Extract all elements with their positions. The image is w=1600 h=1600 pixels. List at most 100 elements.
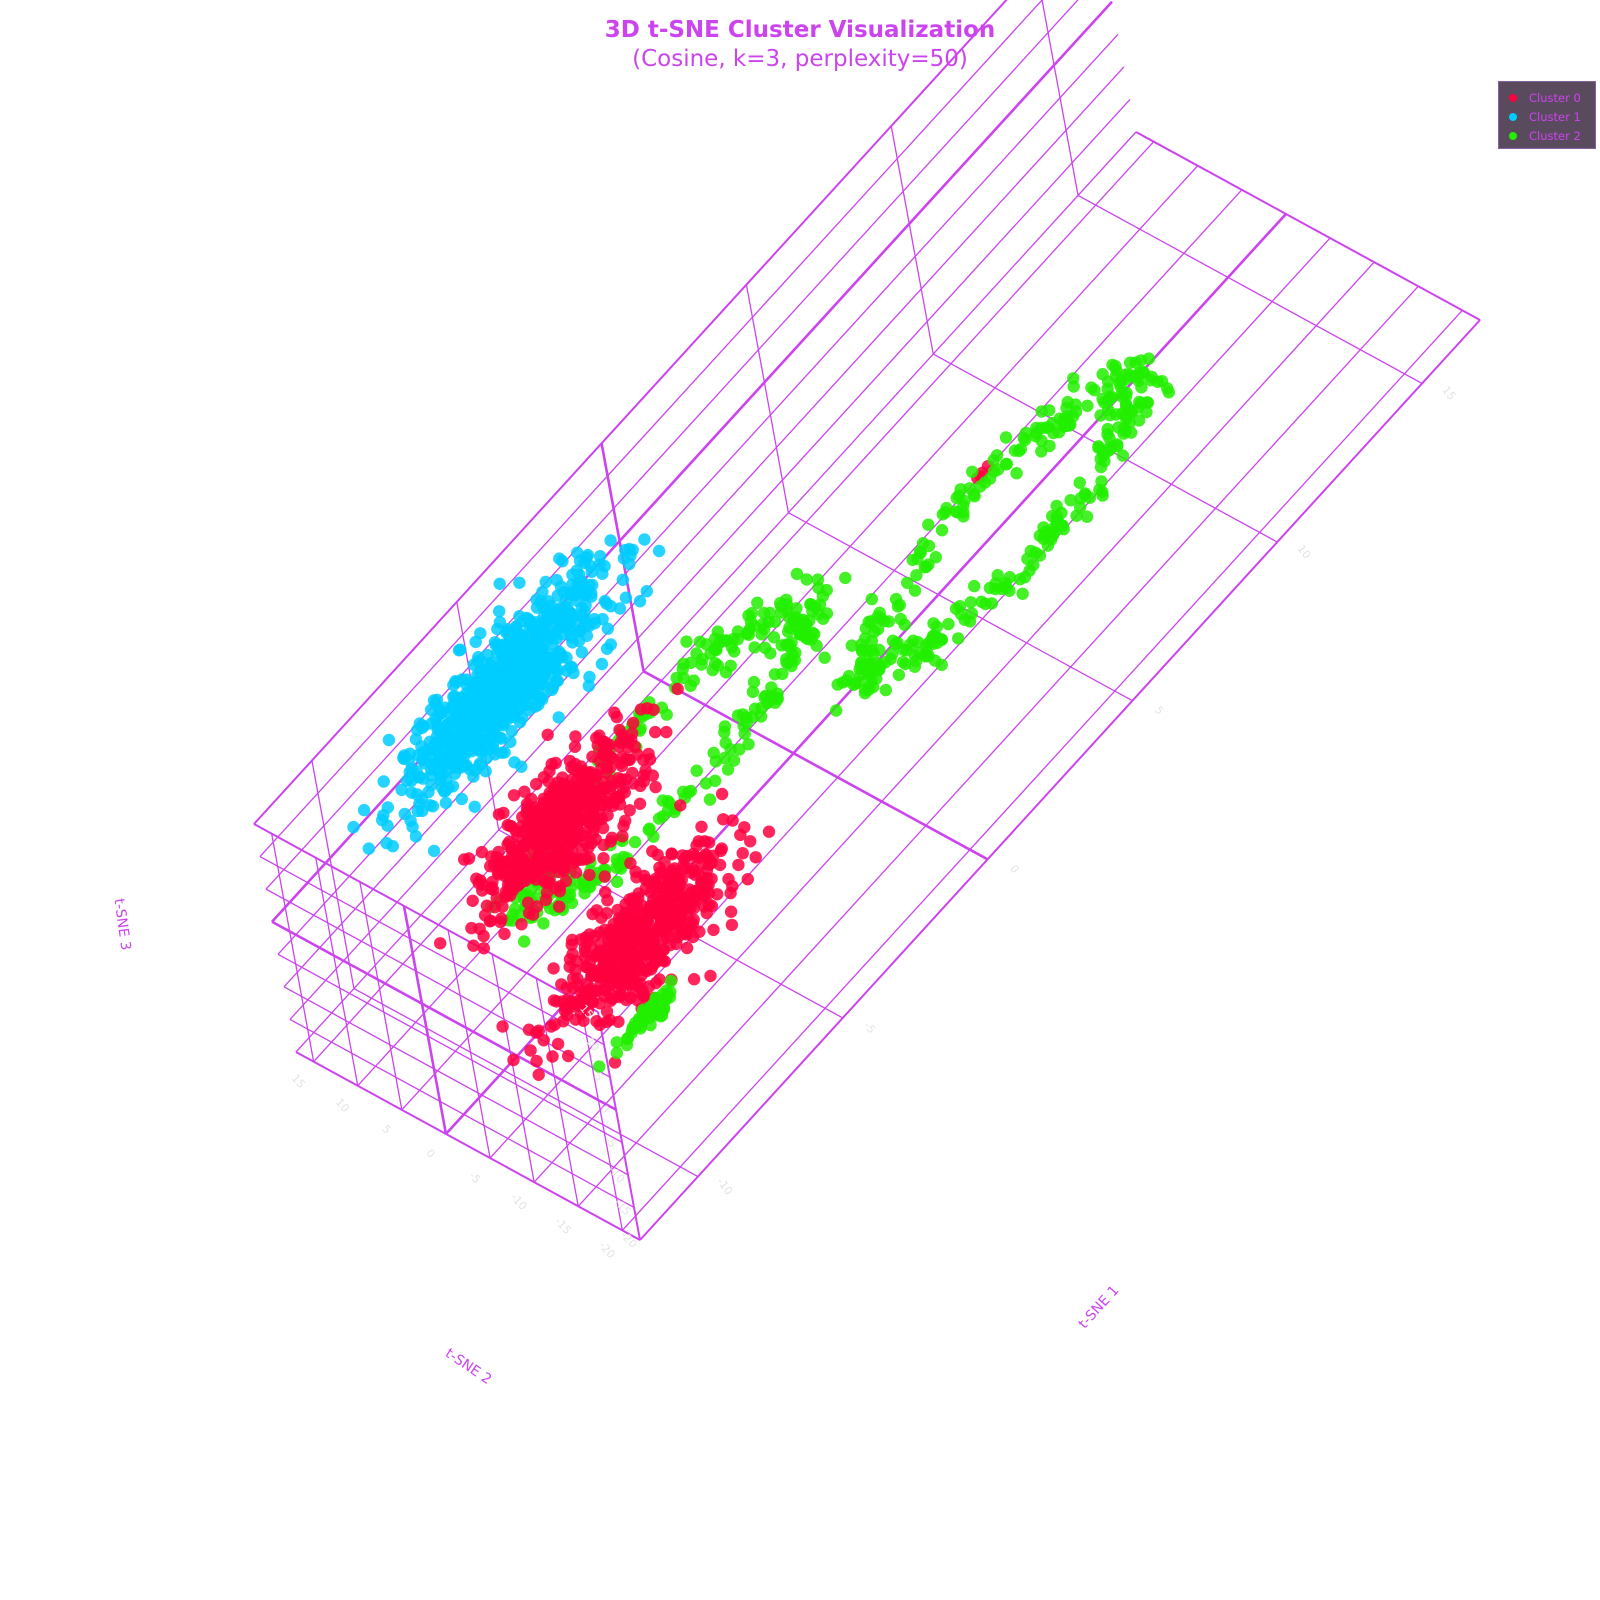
data-point-cluster-1 <box>513 576 526 589</box>
data-point-cluster-0 <box>583 868 596 882</box>
data-point-cluster-0 <box>612 1015 625 1028</box>
data-point-cluster-0 <box>477 942 490 955</box>
data-point-cluster-0 <box>749 851 762 864</box>
data-point-cluster-0 <box>543 764 556 778</box>
data-point-cluster-1 <box>514 677 527 690</box>
data-point-cluster-0 <box>603 943 616 956</box>
data-point-cluster-2 <box>661 804 675 817</box>
gridline-floor-y <box>533 261 1375 1183</box>
data-point-cluster-2 <box>808 627 821 641</box>
data-point-cluster-0 <box>530 777 543 791</box>
x-tick-label: 15 <box>1439 384 1458 403</box>
data-point-cluster-2 <box>892 668 906 682</box>
data-point-cluster-2 <box>952 632 965 645</box>
gridline-floor-x <box>1077 194 1423 385</box>
data-point-cluster-0 <box>537 857 551 871</box>
data-point-cluster-1 <box>409 733 423 746</box>
data-point-cluster-2 <box>718 726 731 739</box>
y-tick-label: -20 <box>596 1239 618 1261</box>
data-point-cluster-2 <box>782 638 795 651</box>
data-point-cluster-0 <box>515 918 528 931</box>
data-point-cluster-2 <box>999 431 1013 444</box>
data-point-cluster-1 <box>400 774 414 787</box>
y-tick-label: -5 <box>466 1169 483 1186</box>
data-point-cluster-1 <box>613 602 627 615</box>
data-point-cluster-2 <box>1116 449 1130 462</box>
data-point-cluster-0 <box>734 828 747 842</box>
data-point-cluster-0 <box>619 993 633 1007</box>
data-point-cluster-2 <box>1119 390 1133 403</box>
data-point-cluster-1 <box>382 733 396 747</box>
axis-box-edge <box>295 1051 641 1241</box>
data-point-cluster-2 <box>1043 526 1056 539</box>
data-point-cluster-2 <box>968 579 981 593</box>
data-point-cluster-2 <box>754 710 768 723</box>
data-point-cluster-0 <box>658 888 671 902</box>
data-point-cluster-1 <box>467 770 480 783</box>
data-point-cluster-2 <box>680 635 693 648</box>
data-point-cluster-0 <box>627 777 640 790</box>
data-point-cluster-0 <box>534 840 547 853</box>
data-point-cluster-2 <box>855 643 869 657</box>
data-point-cluster-0 <box>574 933 588 946</box>
data-point-cluster-2 <box>936 508 949 521</box>
data-point-cluster-2 <box>879 683 892 697</box>
data-point-cluster-2 <box>1135 381 1148 394</box>
data-point-cluster-0 <box>697 889 711 902</box>
data-point-cluster-1 <box>585 565 598 578</box>
data-point-cluster-1 <box>539 575 552 589</box>
data-point-cluster-0 <box>695 858 708 871</box>
data-point-cluster-2 <box>1104 390 1117 403</box>
data-point-cluster-1 <box>563 606 577 619</box>
data-point-cluster-0 <box>604 835 617 848</box>
data-point-cluster-1 <box>398 807 411 821</box>
data-point-cluster-1 <box>604 534 617 547</box>
data-point-cluster-0 <box>458 853 471 866</box>
data-point-cluster-2 <box>935 658 948 672</box>
data-point-cluster-0 <box>658 955 671 968</box>
data-point-cluster-0 <box>530 1054 543 1068</box>
data-point-cluster-1 <box>504 735 517 749</box>
data-point-cluster-2 <box>690 764 703 777</box>
data-point-cluster-2 <box>818 651 831 664</box>
data-point-cluster-1 <box>581 548 594 562</box>
data-point-cluster-1 <box>640 585 653 598</box>
y-tick-label: -15 <box>552 1215 574 1237</box>
data-point-cluster-1 <box>476 656 489 669</box>
data-point-cluster-0 <box>600 907 613 920</box>
data-point-cluster-0 <box>627 716 640 730</box>
data-point-cluster-0 <box>512 878 525 891</box>
data-point-cluster-1 <box>583 670 596 684</box>
data-point-cluster-1 <box>493 605 506 618</box>
data-point-cluster-0 <box>593 1018 607 1032</box>
gridline-floor-y <box>577 285 1419 1207</box>
data-point-cluster-2 <box>830 704 843 717</box>
data-point-cluster-0 <box>537 1034 550 1047</box>
data-point-cluster-1 <box>638 533 651 546</box>
data-point-cluster-2 <box>708 774 722 787</box>
data-point-cluster-1 <box>454 692 467 705</box>
data-point-cluster-0 <box>608 706 621 719</box>
data-point-cluster-2 <box>922 518 935 531</box>
data-point-cluster-2 <box>721 763 735 776</box>
data-point-cluster-1 <box>494 639 508 652</box>
data-point-cluster-1 <box>623 557 636 571</box>
data-point-cluster-2 <box>964 596 977 609</box>
data-point-cluster-0 <box>542 818 555 831</box>
data-point-cluster-0 <box>656 904 670 918</box>
data-point-cluster-0 <box>567 827 580 841</box>
data-point-cluster-0 <box>496 1020 509 1033</box>
tick-labels: -10-5051015-20-15-10-5051015-20-15-10-50… <box>289 384 1459 1261</box>
data-point-cluster-0 <box>545 1020 558 1033</box>
data-point-cluster-1 <box>376 813 389 827</box>
data-point-cluster-0 <box>530 900 544 913</box>
data-point-cluster-2 <box>710 643 723 657</box>
data-point-cluster-2 <box>968 490 981 503</box>
data-point-cluster-0 <box>616 751 629 764</box>
scatter3d-plot[interactable]: -10-5051015-20-15-10-5051015-20-15-10-50… <box>0 0 1600 1600</box>
z-tick-label: -10 <box>606 1163 628 1185</box>
data-point-cluster-2 <box>1067 380 1080 393</box>
data-point-cluster-2 <box>985 597 998 610</box>
data-point-cluster-1 <box>616 573 629 586</box>
data-point-cluster-0 <box>524 1044 537 1057</box>
